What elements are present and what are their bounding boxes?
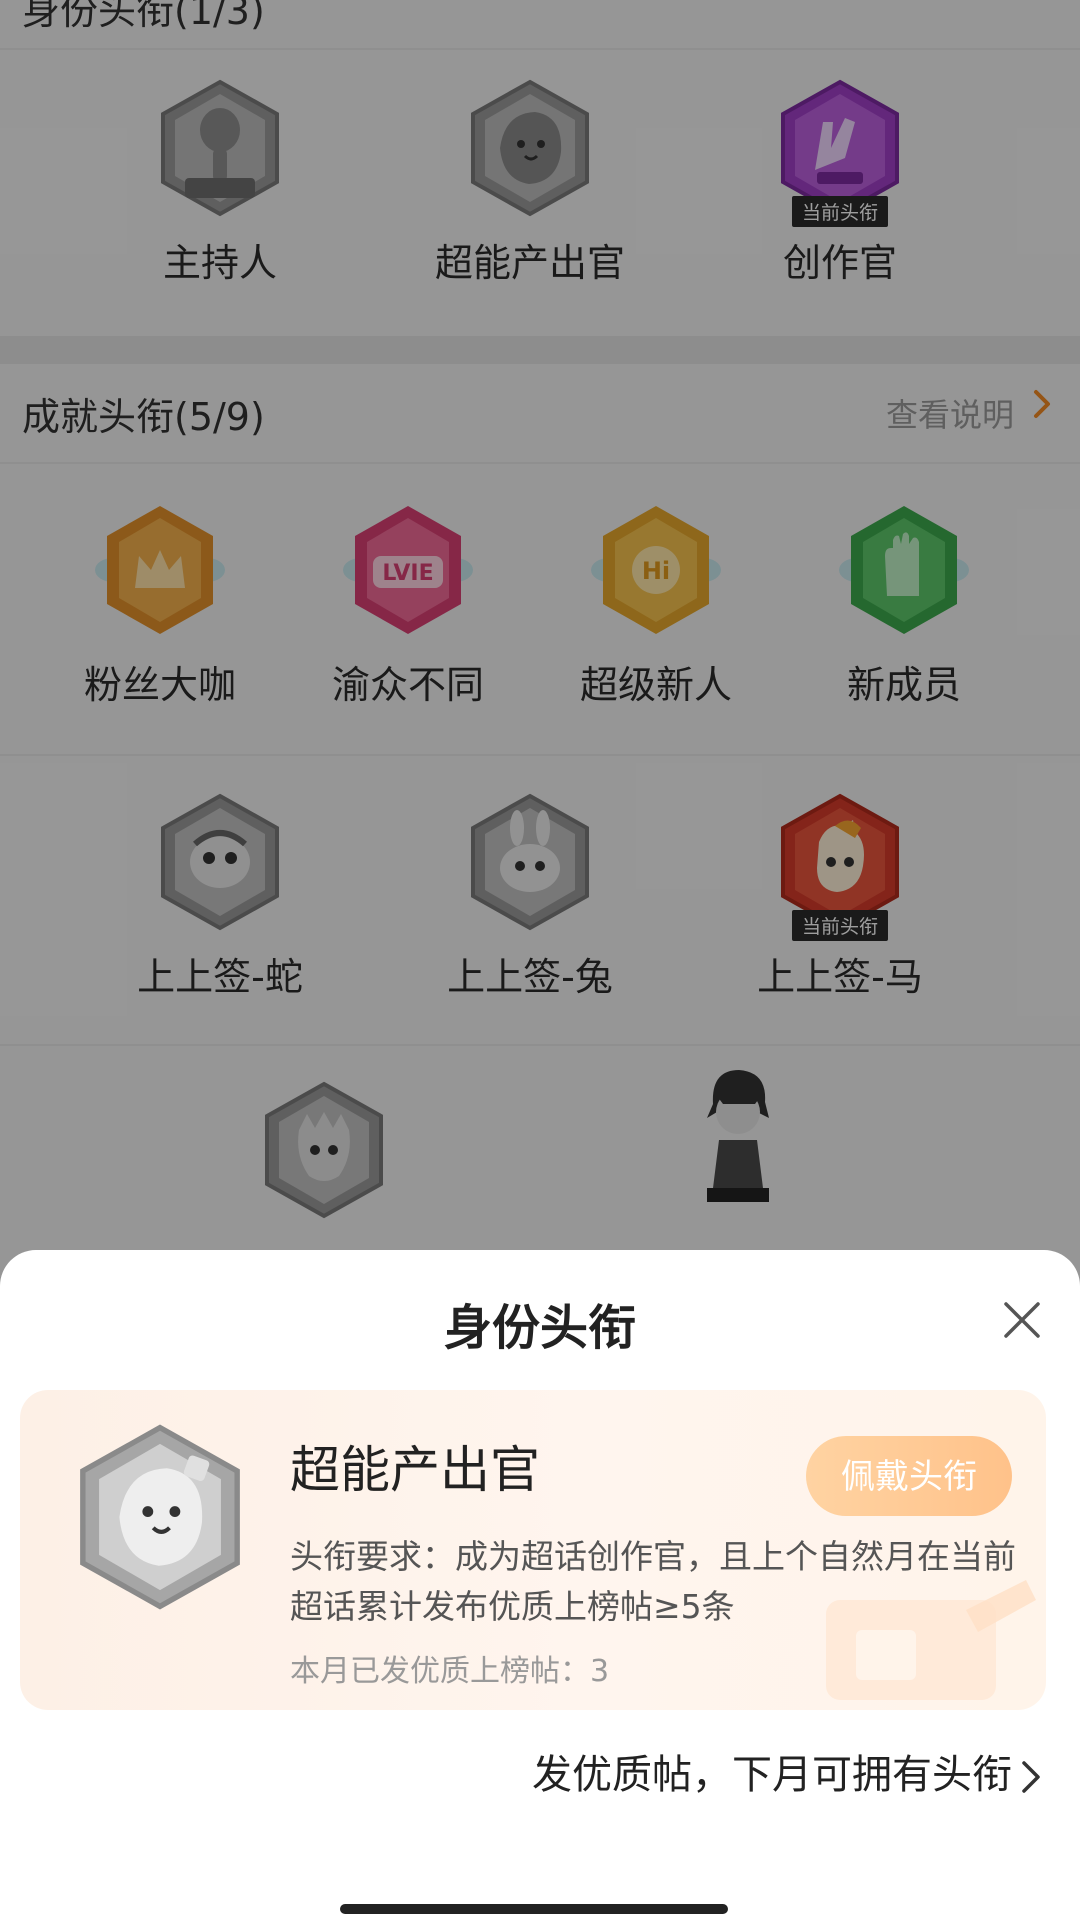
post-quality-link[interactable]: 发优质帖，下月可拥有头衔 bbox=[532, 1742, 1044, 1800]
badge-title-name: 超能产出官 bbox=[290, 1441, 540, 1499]
title-detail-card: 超能产出官 佩戴头衔 头衔要求：成为超话创作官，且上个自然月在当前超话累计发布优… bbox=[20, 1390, 1046, 1710]
wear-title-button[interactable]: 佩戴头衔 bbox=[806, 1436, 1012, 1516]
monthly-progress-text: 本月已发优质上榜帖：3 bbox=[290, 1654, 610, 1689]
chevron-right-icon bbox=[1022, 1761, 1040, 1793]
sheet-title: 身份头衔 bbox=[443, 1300, 636, 1356]
requirement-text: 头衔要求：成为超话创作官，且上个自然月在当前超话累计发布优质上榜帖≥5条 bbox=[290, 1537, 1016, 1626]
home-indicator[interactable] bbox=[340, 1904, 728, 1914]
close-icon[interactable] bbox=[998, 1296, 1046, 1344]
title-detail-sheet: 身份头衔 超能产出官 佩戴头衔 头衔要求：成为超话创作官，且上个自然月在当前超话… bbox=[0, 1250, 1080, 1928]
post-quality-link-label: 发优质帖，下月可拥有头衔 bbox=[532, 1752, 1012, 1798]
rock-character-hex-badge-icon bbox=[80, 1424, 240, 1610]
